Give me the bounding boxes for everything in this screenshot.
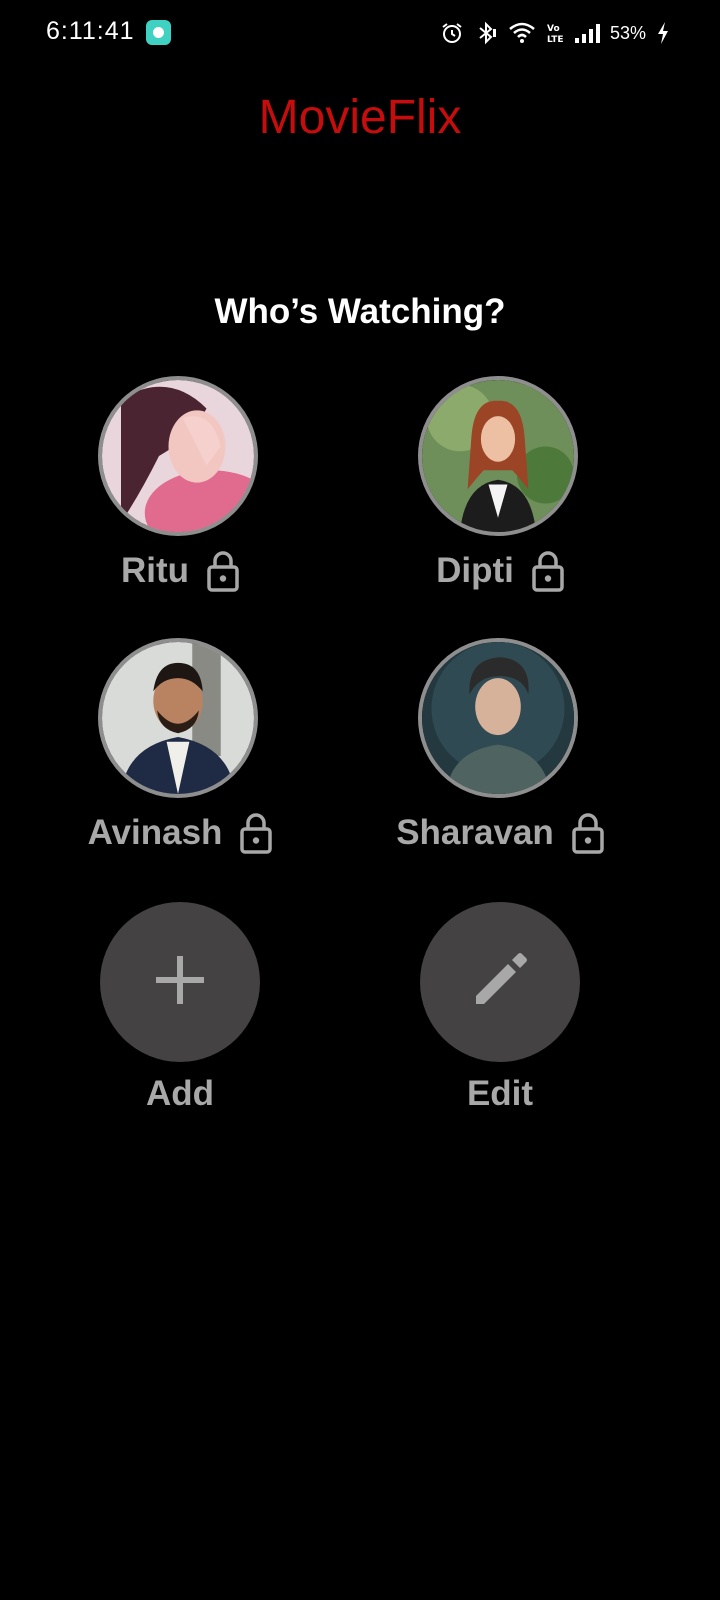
profile-name: Dipti: [436, 551, 514, 590]
volte-icon: Vo LTE: [546, 21, 564, 45]
add-profile[interactable]: Add: [0, 902, 360, 1122]
profile-name: Ritu: [120, 551, 190, 590]
signal-icon: [574, 21, 600, 45]
profile-label: Dipti: [320, 550, 680, 592]
profile-photo-sharavan: [422, 642, 574, 794]
profile-photo-ritu: [102, 380, 254, 532]
svg-text:Vo: Vo: [547, 24, 560, 34]
bluetooth-icon: [474, 21, 498, 45]
profile-sharavan[interactable]: Sharavan: [320, 638, 680, 878]
pencil-icon: [468, 948, 532, 1017]
edit-label: Edit: [466, 1074, 534, 1113]
add-label: Add: [145, 1074, 215, 1113]
edit-button[interactable]: [420, 902, 580, 1062]
profile-ritu[interactable]: Ritu: [0, 376, 360, 616]
add-button[interactable]: [100, 902, 260, 1062]
plus-icon: [154, 954, 206, 1011]
battery-percent: 53%: [609, 22, 646, 43]
lock-icon: [240, 812, 273, 854]
avatar[interactable]: [98, 638, 258, 798]
avatar[interactable]: [98, 376, 258, 536]
profile-label: Ritu: [0, 550, 360, 592]
lock-icon: [572, 812, 604, 854]
profile-dipti[interactable]: Dipti: [320, 376, 680, 616]
profile-photo-avinash: [102, 642, 254, 794]
app-title: MovieFlix: [258, 91, 462, 144]
app-notification-icon: [146, 20, 171, 45]
avatar[interactable]: [418, 638, 578, 798]
wifi-icon: [508, 21, 536, 45]
profile-label: Sharavan: [320, 812, 680, 854]
charging-icon: [656, 21, 670, 45]
avatar[interactable]: [418, 376, 578, 536]
profile-photo-dipti: [422, 380, 574, 532]
status-time: 6:11:41: [46, 17, 135, 45]
edit-profiles[interactable]: Edit: [320, 902, 680, 1122]
lock-icon: [207, 550, 239, 592]
profile-name: Sharavan: [396, 813, 554, 852]
profile-avinash[interactable]: Avinash: [0, 638, 360, 878]
profile-label: Avinash: [0, 812, 360, 854]
status-bar: 6:11:41 Vo LTE 53%: [0, 0, 720, 64]
svg-text:LTE: LTE: [547, 35, 564, 45]
page-heading: Who’s Watching?: [214, 292, 506, 331]
profile-name: Avinash: [87, 813, 223, 852]
status-icons: Vo LTE 53%: [440, 18, 670, 48]
alarm-icon: [440, 21, 464, 45]
lock-icon: [532, 550, 564, 592]
